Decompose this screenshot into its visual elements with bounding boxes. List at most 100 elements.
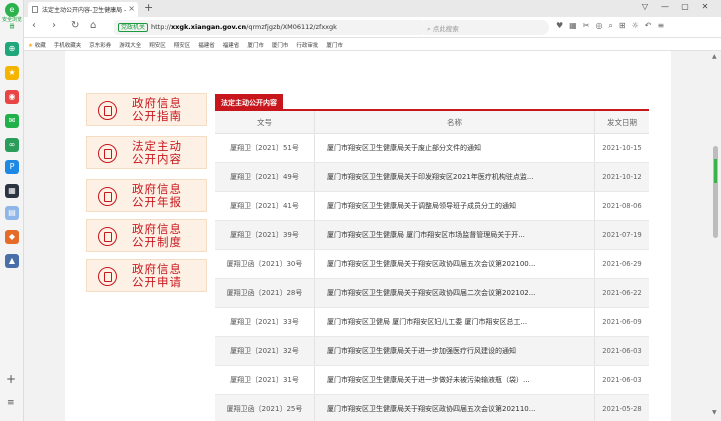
document-link[interactable]: 厦门市翔安区卫生健康局关于进一步加强医疗行风建设的通知 (315, 337, 595, 365)
bookmark-item[interactable]: 游戏大全 (119, 43, 141, 49)
extension-icon[interactable]: ♥ (556, 21, 563, 30)
new-tab-button[interactable]: + (144, 1, 153, 14)
grid-icon[interactable]: ⊞ (619, 21, 626, 30)
search-input[interactable]: ⌕ 点此搜索 (419, 20, 549, 35)
table-row[interactable]: 厦翔卫函〔2021〕30号 厦门市翔安区卫生健康局关于翔安区政协四届五次会议第20… (215, 250, 649, 279)
date-cell: 2021-06-09 (602, 318, 642, 326)
doc-number-cell: 厦翔卫函〔2021〕25号 (215, 395, 315, 421)
apps-icon[interactable]: ▦ (569, 21, 577, 30)
minimize-icon[interactable]: — (655, 2, 675, 11)
menu-item[interactable]: 政府信息公开指南 (86, 93, 207, 126)
doc-number-cell: 厦翔卫〔2021〕49号 (215, 163, 315, 191)
table-row[interactable]: 厦翔卫函〔2021〕28号 厦门市翔安区卫生健康局关于翔安区政协四届二次会议第20… (215, 279, 649, 308)
bookmark-item[interactable]: 福建省 (223, 43, 240, 49)
table-caption: 法定主动公开内容 (215, 94, 649, 111)
table-row[interactable]: 厦翔卫〔2021〕39号 厦门市翔安区卫生健康局 厦门市翔安区市场监督管理局关于开… (215, 221, 649, 250)
bookmark-item[interactable]: 行政审批 (296, 43, 318, 49)
bookmark-item[interactable]: 手机收藏夹 (54, 43, 82, 49)
back-icon[interactable]: ‹ (32, 20, 36, 31)
sidebar-weibo-icon[interactable]: ◉ (5, 90, 19, 104)
date-cell: 2021-10-12 (602, 173, 642, 181)
bookmark-item[interactable]: 福建省 (198, 43, 215, 49)
doc-number-cell: 厦翔卫〔2021〕32号 (215, 337, 315, 365)
bookmark-label: 福建省 (198, 43, 215, 49)
document-link[interactable]: 厦门市翔安区卫生健康局关于废止部分文件的通知 (315, 134, 595, 162)
page-viewport: 政府信息公开指南 法定主动公开内容 政府信息公开年报 政府信息公开制度 政府信息公开申请… (24, 51, 710, 421)
menu-item[interactable]: 法定主动公开内容 (86, 136, 207, 169)
sidebar-doc-icon[interactable]: ▤ (5, 206, 19, 220)
sidebar-app-icon[interactable]: ⊕ (5, 42, 19, 56)
document-link[interactable]: 厦门市翔安区卫生健康局关于翔安区政协四届五次会议第202100... (315, 250, 595, 278)
date-cell: 2021-06-03 (602, 376, 642, 384)
bookmark-item[interactable]: 京东彩券 (89, 43, 111, 49)
menu-item[interactable]: 政府信息公开制度 (86, 219, 207, 252)
document-link[interactable]: 厦门市翔安区卫健局 厦门市翔安区妇儿工委 厦门市翔安区总工... (315, 308, 595, 336)
sidebar-add-icon[interactable]: + (6, 372, 16, 386)
document-link[interactable]: 厦门市翔安区卫生健康局关于翔安区政协四届二次会议第202102... (315, 279, 595, 307)
scissors-icon[interactable]: ✂ (583, 21, 590, 30)
forward-icon[interactable]: › (52, 20, 56, 31)
browser-tab[interactable]: 法定主动公开内容-卫生健康局 - × (28, 2, 138, 17)
skin-icon[interactable]: ▽ (635, 2, 655, 11)
menu-item-label: 政府信息公开制度 (132, 222, 182, 249)
sidebar-mail-icon[interactable]: ✉ (5, 114, 19, 128)
sidebar-star-icon[interactable]: ★ (5, 66, 19, 80)
date-cell: 2021-08-06 (602, 202, 642, 210)
table-row[interactable]: 厦翔卫〔2021〕51号 厦门市翔安区卫生健康局关于废止部分文件的通知 2021-1… (215, 134, 649, 163)
toolbar-icons: ♥ ▦ ✂ ◎ ⌕ ⊞ ☼ ↶ ≡ (556, 21, 670, 31)
close-window-icon[interactable]: ✕ (695, 2, 715, 11)
home-icon[interactable]: ⌂ (90, 20, 96, 31)
date-cell: 2021-06-29 (602, 260, 642, 268)
menu-icon[interactable]: ≡ (657, 21, 664, 30)
table-row[interactable]: 厦翔卫〔2021〕31号 厦门市翔安区卫生健康局关于进一步做好未被污染输液瓶（袋）… (215, 366, 649, 395)
table-row[interactable]: 厦翔卫〔2021〕32号 厦门市翔安区卫生健康局关于进一步加强医疗行风建设的通知 2… (215, 337, 649, 366)
star-icon: ★ (28, 43, 35, 49)
document-link[interactable]: 厦门市翔安区卫生健康局关于印发翔安区2021年医疗机构驻点监... (315, 163, 595, 191)
page-icon (32, 6, 38, 13)
search-placeholder: 点此搜索 (432, 25, 459, 33)
bookmark-item[interactable]: 厦门市 (272, 43, 289, 49)
table-row[interactable]: 厦翔卫〔2021〕33号 厦门市翔安区卫健局 厦门市翔安区妇儿工委 厦门市翔安区总… (215, 308, 649, 337)
bookmark-item[interactable]: 翔安区 (174, 43, 191, 49)
table-row[interactable]: 厦翔卫〔2021〕41号 厦门市翔安区卫生健康局关于调整局领导班子成员分工的通知 2… (215, 192, 649, 221)
bookmark-favorites[interactable]: ★ 收藏 (28, 43, 46, 49)
url-prefix: http:// (151, 23, 171, 31)
document-link[interactable]: 厦门市翔安区卫生健康局关于进一步做好未被污染输液瓶（袋）... (315, 366, 595, 394)
disclosure-table: 法定主动公开内容 文号 名称 发文日期 厦翔卫〔2021〕51号 厦门市翔安区卫生… (215, 94, 649, 421)
url-field[interactable]: 党政机关 http://xxgk.xiangan.gov.cn/qrmzfjgzb… (114, 20, 424, 35)
maximize-icon[interactable]: ▢ (675, 2, 695, 11)
close-tab-icon[interactable]: × (128, 4, 135, 13)
document-link[interactable]: 厦门市翔安区卫生健康局 厦门市翔安区市场监督管理局关于开... (315, 221, 595, 249)
date-cell: 2021-06-22 (602, 289, 642, 297)
browser-logo-icon: e (5, 3, 19, 17)
doc-number-cell: 厦翔卫〔2021〕31号 (215, 366, 315, 394)
bookmark-item[interactable]: 厦门市 (326, 43, 343, 49)
doc-number-cell: 厦翔卫函〔2021〕30号 (215, 250, 315, 278)
bookmark-label: 翔安区 (149, 43, 166, 49)
sidebar-menu-icon[interactable]: ≡ (7, 398, 15, 408)
menu-item[interactable]: 政府信息公开申请 (86, 259, 207, 292)
bookmark-label: 收藏 (34, 43, 46, 49)
scroll-down-icon[interactable]: ▼ (712, 409, 717, 416)
document-link[interactable]: 厦门市翔安区卫生健康局关于翔安区政协四届五次会议第202110... (315, 395, 595, 421)
table-row[interactable]: 厦翔卫函〔2021〕25号 厦门市翔安区卫生健康局关于翔安区政协四届五次会议第20… (215, 395, 649, 421)
scroll-up-icon[interactable]: ▲ (712, 53, 717, 60)
sidebar-game-icon[interactable]: ◆ (5, 230, 19, 244)
table-header: 文号 名称 发文日期 (215, 111, 649, 134)
menu-item[interactable]: 政府信息公开年报 (86, 179, 207, 212)
document-link[interactable]: 厦门市翔安区卫生健康局关于调整局领导班子成员分工的通知 (315, 192, 595, 220)
scrollbar[interactable]: ▲ ▼ (710, 51, 721, 421)
sidebar-p-icon[interactable]: P (5, 160, 19, 174)
settings-icon[interactable]: ☼ (632, 21, 639, 30)
find-icon[interactable]: ⌕ (608, 21, 612, 30)
bookmark-item[interactable]: 厦门市 (247, 43, 264, 49)
sidebar-link-icon[interactable]: ∞ (5, 138, 19, 152)
undo-icon[interactable]: ↶ (645, 21, 652, 30)
header-date: 发文日期 (607, 117, 637, 127)
table-row[interactable]: 厦翔卫〔2021〕49号 厦门市翔安区卫生健康局关于印发翔安区2021年医疗机构驻… (215, 163, 649, 192)
bookmark-item[interactable]: 翔安区 (149, 43, 166, 49)
sidebar-photo-icon[interactable]: ▲ (5, 254, 19, 268)
sidebar-grid-icon[interactable]: ▦ (5, 184, 19, 198)
game-icon[interactable]: ◎ (595, 21, 602, 30)
reload-icon[interactable]: ↻ (71, 20, 79, 31)
